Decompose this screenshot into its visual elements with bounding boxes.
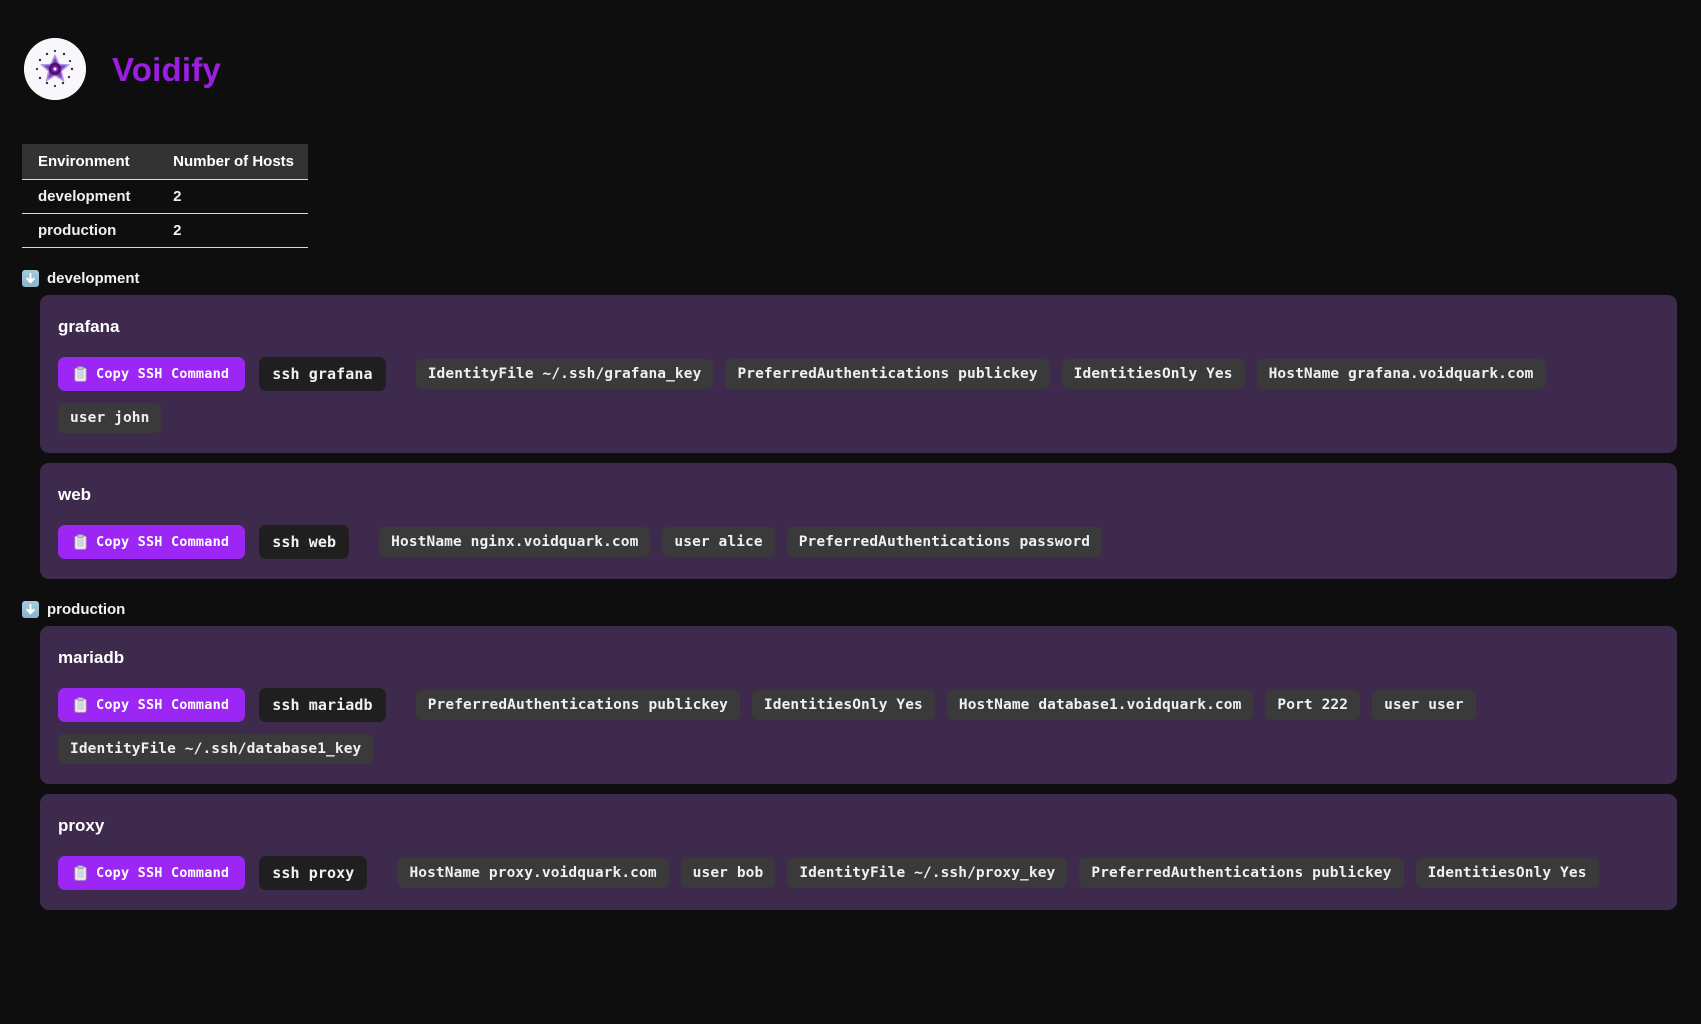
ssh-command-chip: ssh web <box>259 525 350 559</box>
ssh-option-chip: IdentityFile ~/.ssh/proxy_key <box>787 858 1068 888</box>
ssh-option-chip: IdentitiesOnly Yes <box>1061 359 1245 389</box>
copy-ssh-command-label: Copy SSH Command <box>96 534 230 550</box>
ssh-option-chip: PreferredAuthentications publickey <box>415 690 740 720</box>
host-card: mariadb Copy SSH Command ssh mariadb Prefer… <box>40 626 1677 784</box>
voidify-atom-logo-icon <box>24 38 86 100</box>
environment-group-header[interactable]: production <box>22 601 1701 618</box>
copy-ssh-command-label: Copy SSH Command <box>96 366 230 382</box>
copy-ssh-command-label: Copy SSH Command <box>96 697 230 713</box>
host-detail-row: Copy SSH Command ssh mariadb PreferredAuth… <box>58 688 1659 764</box>
clipboard-icon <box>74 366 87 382</box>
ssh-option-chip: HostName database1.voidquark.com <box>946 690 1254 720</box>
clipboard-icon <box>74 697 87 713</box>
ssh-option-chip: user user <box>1372 690 1476 720</box>
environment-group-label: development <box>47 270 140 287</box>
host-name: mariadb <box>58 648 125 667</box>
page-title: Voidify <box>112 50 221 88</box>
host-name: proxy <box>58 816 105 835</box>
ssh-option-chip: IdentityFile ~/.ssh/database1_key <box>58 734 374 764</box>
host-detail-row: Copy SSH Command ssh proxy HostName proxy.… <box>58 856 1659 890</box>
ssh-option-chip: IdentityFile ~/.ssh/grafana_key <box>415 359 714 389</box>
ssh-option-chip: user alice <box>662 527 775 557</box>
ssh-option-chip: user john <box>58 403 162 433</box>
copy-ssh-command-button[interactable]: Copy SSH Command <box>58 525 246 559</box>
column-header-hosts: Number of Hosts <box>157 144 308 180</box>
copy-ssh-command-label: Copy SSH Command <box>96 865 230 881</box>
clipboard-icon <box>74 534 87 550</box>
ssh-option-chip: IdentitiesOnly Yes <box>751 690 935 720</box>
environment-group-header[interactable]: development <box>22 270 1701 287</box>
ssh-option-chip: user bob <box>680 858 776 888</box>
environment-summary-table: Environment Number of Hosts development … <box>22 144 308 248</box>
chip-spacer <box>398 374 404 375</box>
host-detail-row: Copy SSH Command ssh grafana IdentityFile … <box>58 357 1659 433</box>
table-header-row: Environment Number of Hosts <box>22 144 308 180</box>
ssh-option-chip: HostName grafana.voidquark.com <box>1256 359 1546 389</box>
table-row: development 2 <box>22 179 308 214</box>
ssh-option-chip: PreferredAuthentications password <box>786 527 1103 557</box>
cell-environment: development <box>22 179 158 214</box>
ssh-command-chip: ssh grafana <box>259 357 386 391</box>
cell-host-count: 2 <box>157 213 308 248</box>
down-arrow-icon <box>22 270 39 287</box>
ssh-command-chip: ssh mariadb <box>259 688 386 722</box>
cell-environment: production <box>22 213 158 248</box>
down-arrow-icon <box>22 601 39 618</box>
environment-groups: development grafana Copy SSH Command ssh gr… <box>0 270 1701 910</box>
app-header: Voidify <box>0 0 1701 116</box>
table-row: production 2 <box>22 213 308 248</box>
environment-group-label: production <box>47 601 126 618</box>
chip-spacer <box>398 705 404 706</box>
ssh-option-chip: Port 222 <box>1265 690 1361 720</box>
cell-host-count: 2 <box>157 179 308 214</box>
copy-ssh-command-button[interactable]: Copy SSH Command <box>58 688 246 722</box>
ssh-option-chip: HostName proxy.voidquark.com <box>397 858 669 888</box>
copy-ssh-command-button[interactable]: Copy SSH Command <box>58 856 246 890</box>
copy-ssh-command-button[interactable]: Copy SSH Command <box>58 357 246 391</box>
host-card: proxy Copy SSH Command ssh proxy HostName p… <box>40 794 1677 910</box>
host-card: grafana Copy SSH Command ssh grafana Identi… <box>40 295 1677 453</box>
host-card: web Copy SSH Command ssh web HostName nginx… <box>40 463 1677 579</box>
host-detail-row: Copy SSH Command ssh web HostName nginx.vo… <box>58 525 1659 559</box>
host-name: web <box>58 485 92 504</box>
column-header-environment: Environment <box>22 144 158 180</box>
ssh-option-chip: HostName nginx.voidquark.com <box>379 527 651 557</box>
ssh-option-chip: PreferredAuthentications publickey <box>1079 858 1404 888</box>
clipboard-icon <box>74 865 87 881</box>
host-name: grafana <box>58 317 120 336</box>
chip-spacer <box>379 873 385 874</box>
ssh-command-chip: ssh proxy <box>259 856 368 890</box>
ssh-option-chip: IdentitiesOnly Yes <box>1415 858 1599 888</box>
chip-spacer <box>361 542 367 543</box>
ssh-option-chip: PreferredAuthentications publickey <box>725 359 1050 389</box>
